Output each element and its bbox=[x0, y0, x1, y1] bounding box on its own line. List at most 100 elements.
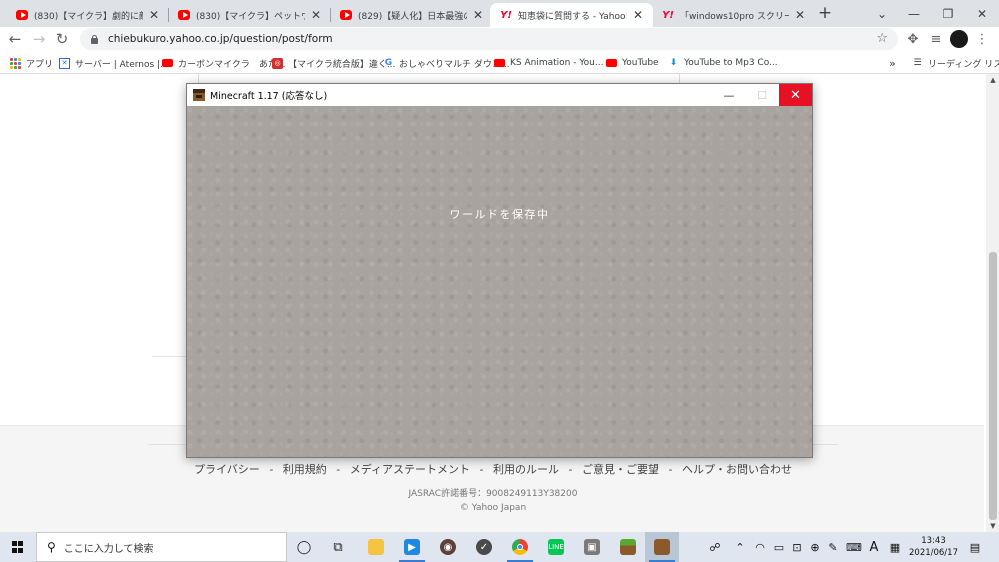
scrollbar-thumb[interactable] bbox=[989, 252, 997, 520]
tab-0[interactable]: (830)【マイクラ】劇的に敵をハメる ✕ bbox=[6, 3, 169, 27]
bookmark-carbon[interactable]: カーボンマイクラ あた... bbox=[162, 55, 285, 71]
footer-links: プライバシー - 利用規約 - メディアステートメント - 利用のルール - ご… bbox=[194, 463, 792, 476]
tab-strip: (830)【マイクラ】劇的に敵をハメる ✕ (830)【マイクラ】ペットウォーズ… bbox=[0, 0, 999, 27]
bookmark-yt-mp3[interactable]: ⬇ YouTube to Mp3 Co... bbox=[668, 55, 778, 71]
scroll-down-icon[interactable]: ▼ bbox=[989, 522, 997, 530]
footer-link-feedback[interactable]: ご意見・ご要望 bbox=[582, 463, 659, 476]
tray-app-icon[interactable]: ⊡ bbox=[788, 532, 806, 562]
taskbar-clock[interactable]: 13:43 2021/06/17 bbox=[906, 535, 961, 559]
tray-overflow-icon[interactable]: ⌃ bbox=[732, 532, 748, 562]
extensions-icon[interactable]: ✥ bbox=[903, 30, 923, 50]
footer-link-terms[interactable]: 利用規約 bbox=[283, 463, 327, 476]
ime-icon[interactable]: ▦ bbox=[886, 532, 904, 562]
youtube-icon bbox=[16, 9, 28, 21]
copyright-text: © Yahoo Japan bbox=[459, 503, 527, 513]
minecraft-window-title: Minecraft 1.17 (応答なし) bbox=[210, 91, 328, 102]
footer-link-media[interactable]: メディアステートメント bbox=[350, 463, 470, 476]
video-editor-icon[interactable]: ▶ bbox=[395, 532, 429, 562]
minimize-icon[interactable]: — bbox=[713, 84, 745, 106]
taskbar-search-box[interactable]: ⚲ ここに入力して検索 bbox=[36, 532, 287, 562]
close-tab-icon[interactable]: ✕ bbox=[793, 8, 807, 22]
minecraft-taskbar-icon[interactable] bbox=[645, 532, 679, 562]
tab-2[interactable]: (829)【疑人化】日本最強のテー ✕ bbox=[330, 3, 493, 27]
app-icon[interactable]: ▣ bbox=[575, 532, 609, 562]
yahoo-icon: Y! bbox=[500, 9, 512, 21]
footer-link-rules[interactable]: 利用のルール bbox=[493, 463, 559, 476]
close-tab-icon[interactable]: ✕ bbox=[309, 8, 323, 22]
tab-title: (830)【マイクラ】ペットウォーズ10 bbox=[196, 11, 305, 22]
notifications-icon[interactable]: ▤ bbox=[964, 532, 986, 562]
bookmark-oshaberi[interactable]: G おしゃべりマルチ ダウン... bbox=[383, 55, 510, 71]
tab-search-icon[interactable]: ⌄ bbox=[865, 0, 899, 27]
reload-icon[interactable]: ↻ bbox=[52, 30, 72, 50]
lock-icon bbox=[90, 34, 99, 44]
close-icon[interactable]: ✕ bbox=[779, 84, 812, 106]
ime-mode-indicator[interactable]: A bbox=[866, 532, 882, 562]
reading-list-button[interactable]: ☰ リーディング リスト bbox=[912, 55, 999, 71]
youtube-icon bbox=[178, 9, 190, 21]
aternos-icon: ✕ bbox=[59, 57, 70, 69]
close-tab-icon[interactable]: ✕ bbox=[471, 8, 485, 22]
search-icon: ⚲ bbox=[47, 540, 56, 554]
tab-title: (829)【疑人化】日本最強のテー bbox=[358, 11, 467, 22]
forward-icon[interactable]: → bbox=[29, 30, 49, 50]
line-icon[interactable]: LINE bbox=[539, 532, 573, 562]
footer-link-help[interactable]: ヘルプ・お問い合わせ bbox=[682, 463, 792, 476]
new-tab-button[interactable]: + bbox=[815, 4, 835, 24]
maximize-icon[interactable]: ☐ bbox=[746, 84, 778, 106]
tab-3-active[interactable]: Y! 知恵袋に質問する - Yahoo!知恵 ✕ bbox=[490, 3, 653, 27]
bookmarks-bar: アプリ ✕ サーバー | Aternos |... カーボンマイクラ あた...… bbox=[0, 52, 999, 74]
minecraft-window: Minecraft 1.17 (応答なし) — ☐ ✕ ワールドを保存中 bbox=[186, 83, 813, 458]
page-icon: ◎ bbox=[272, 57, 283, 69]
bookmark-youtube[interactable]: YouTube bbox=[606, 55, 659, 71]
tab-1[interactable]: (830)【マイクラ】ペットウォーズ10 ✕ bbox=[168, 3, 331, 27]
profile-avatar[interactable] bbox=[950, 30, 968, 48]
minecraft-icon bbox=[193, 89, 205, 101]
bookmark-ks-animation[interactable]: KS Animation - You... bbox=[494, 55, 603, 71]
task-view-icon[interactable]: ⧉ bbox=[321, 532, 355, 562]
page-divider bbox=[152, 356, 188, 357]
media-app-icon[interactable]: ◉ bbox=[431, 532, 465, 562]
keyboard-icon[interactable]: ⌨ bbox=[844, 532, 864, 562]
wifi-icon[interactable]: ◠ bbox=[751, 532, 769, 562]
google-icon: G bbox=[384, 58, 393, 68]
bookmark-star-icon[interactable]: ☆ bbox=[876, 31, 888, 46]
cortana-icon[interactable]: ◯ bbox=[287, 532, 321, 562]
battery-icon[interactable]: ▭ bbox=[770, 532, 788, 562]
reading-list-icon: ☰ bbox=[913, 58, 922, 68]
bookmarks-overflow-button[interactable]: » bbox=[889, 55, 896, 71]
network-icon[interactable]: ⊕ bbox=[806, 532, 824, 562]
clock-app-icon[interactable]: ✓ bbox=[467, 532, 501, 562]
people-icon[interactable]: ☍ bbox=[706, 532, 724, 562]
address-bar[interactable]: chiebukuro.yahoo.co.jp/question/post/for… bbox=[80, 28, 898, 50]
close-window-icon[interactable]: ✕ bbox=[965, 0, 999, 27]
minecraft-game-area[interactable]: ワールドを保存中 bbox=[187, 106, 812, 457]
windows-logo-icon bbox=[12, 541, 24, 553]
chrome-icon[interactable] bbox=[503, 532, 537, 562]
tab-title: 「windows10pro スクリーンショ bbox=[680, 11, 789, 22]
minimize-icon[interactable]: — bbox=[897, 0, 931, 27]
apps-grid-icon bbox=[10, 57, 21, 69]
menu-kebab-icon[interactable]: ⋮ bbox=[972, 30, 992, 50]
close-tab-icon[interactable]: ✕ bbox=[147, 8, 161, 22]
saving-world-message: ワールドを保存中 bbox=[449, 208, 550, 221]
windows-taskbar: ⚲ ここに入力して検索 ◯ ⧉ ▶ ◉ ✓ LINE ▣ ☍ ⌃ ◠ ▭ ⊡ ⊕… bbox=[0, 532, 999, 562]
tab-4[interactable]: Y! 「windows10pro スクリーンショ ✕ bbox=[652, 3, 815, 27]
back-icon[interactable]: ← bbox=[5, 30, 25, 50]
file-explorer-icon[interactable] bbox=[359, 532, 393, 562]
tab-title: (830)【マイクラ】劇的に敵をハメる bbox=[34, 11, 143, 22]
bookmark-apps[interactable]: アプリ bbox=[10, 55, 53, 71]
start-button[interactable] bbox=[0, 532, 36, 562]
footer-link-privacy[interactable]: プライバシー bbox=[194, 463, 260, 476]
minecraft-launcher-icon[interactable] bbox=[611, 532, 645, 562]
url-text[interactable]: chiebukuro.yahoo.co.jp/question/post/for… bbox=[108, 33, 333, 45]
restore-icon[interactable]: ❐ bbox=[931, 0, 965, 27]
youtube-icon bbox=[494, 58, 505, 69]
bookmark-minecraft-bedrock[interactable]: ◎ 【マイクラ統合版】違く... bbox=[272, 55, 395, 71]
scroll-up-icon[interactable]: ▲ bbox=[989, 76, 997, 84]
close-tab-icon[interactable]: ✕ bbox=[631, 8, 645, 22]
tab-title: 知恵袋に質問する - Yahoo!知恵 bbox=[518, 11, 627, 22]
bookmark-aternos[interactable]: ✕ サーバー | Aternos |... bbox=[59, 55, 169, 71]
media-control-icon[interactable]: ≡ bbox=[926, 30, 946, 50]
pen-icon[interactable]: ✎ bbox=[824, 532, 842, 562]
